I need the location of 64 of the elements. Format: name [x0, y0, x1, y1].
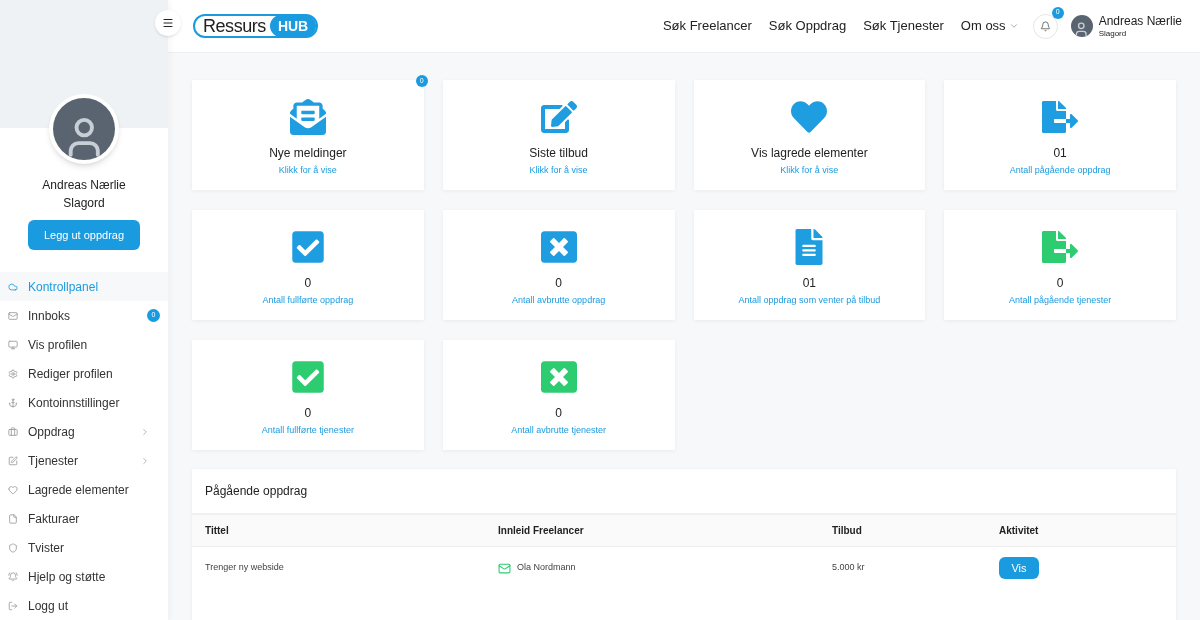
stat-card[interactable]: 01 Antall oppdrag som venter på tilbud: [693, 210, 926, 320]
column-header: Innleid Freelancer: [498, 524, 585, 538]
sidebar-item[interactable]: Tvister: [0, 533, 168, 562]
stat-card[interactable]: 0 Antall avbrutte tjenester: [442, 340, 675, 450]
sidebar-item[interactable]: Rediger profilen: [0, 359, 168, 388]
card-title: 01: [1053, 145, 1067, 162]
table-cell: Ola Nordmann: [517, 561, 576, 575]
cloud-icon: [8, 281, 18, 292]
profile-subtitle: Slagord: [63, 195, 105, 212]
logout-icon: [8, 600, 18, 611]
table-cell-text: Trenger ny webside: [205, 561, 285, 575]
sidebar-item[interactable]: Tjenester: [0, 446, 168, 475]
card-title: 0: [304, 405, 312, 422]
briefcase-icon: [8, 426, 18, 437]
sidebar-item[interactable]: Vis profilen: [0, 330, 168, 359]
shield-icon: [8, 542, 18, 553]
card-title: 0: [1056, 275, 1064, 292]
avatar: [53, 98, 115, 160]
nav-link[interactable]: Søk Tjenester: [863, 16, 944, 36]
logo[interactable]: Ressurs HUB: [193, 14, 319, 38]
sidebar-item[interactable]: Kontoinnstillinger: [0, 388, 168, 417]
stat-card[interactable]: Vis lagrede elementer Klikk for å vise: [693, 80, 926, 190]
panel-title: Pågående oppdrag: [205, 483, 308, 500]
column-header: Tittel: [205, 524, 230, 538]
card-title: Siste tilbud: [529, 145, 588, 162]
card-title: Nye meldinger: [269, 145, 347, 162]
sidebar-item[interactable]: Hjelp og støtte: [0, 562, 168, 591]
card-title: 01: [802, 275, 817, 292]
sidebar-item[interactable]: Logg ut: [0, 591, 168, 620]
card-title: 0: [555, 275, 562, 292]
table-cell-text: 5.000 kr: [832, 561, 866, 575]
nav-link[interactable]: Om oss: [960, 16, 1006, 36]
profile-name: Andreas Nærlie: [42, 177, 126, 194]
bell-icon: [1039, 20, 1051, 32]
chevron-down-icon[interactable]: [1008, 21, 1019, 31]
card-title: Vis lagrede elementer: [751, 145, 868, 162]
card-title: 0: [304, 275, 312, 292]
card-title: 0: [555, 405, 562, 422]
stat-card[interactable]: 0 Antall pågående tjenester: [944, 210, 1176, 320]
settings-icon: [8, 368, 18, 379]
user-avatar: [1070, 15, 1093, 37]
user-subtitle: Slagord: [1098, 28, 1128, 39]
column-header: Tilbud: [832, 524, 863, 538]
mail-icon: [8, 310, 18, 321]
sidebar-item[interactable]: Fakturaer: [0, 504, 168, 533]
anchor-icon: [8, 397, 18, 408]
stat-card[interactable]: 0 Antall fullførte oppdrag: [192, 210, 424, 320]
column-header: Aktivitet: [999, 524, 1040, 538]
mail-icon: [498, 561, 511, 575]
bell-icon: [8, 571, 18, 582]
monitor-icon: [8, 339, 18, 350]
sidebar-item[interactable]: Lagrede elementer: [0, 475, 168, 504]
nav-link[interactable]: Søk Oppdrag: [768, 16, 847, 36]
stat-card[interactable]: 0 Antall avbrutte oppdrag: [442, 210, 675, 320]
stat-card[interactable]: Siste tilbud Klikk for å vise: [442, 80, 675, 190]
edit-icon: [8, 455, 18, 466]
stat-card[interactable]: 01 Antall pågående oppdrag: [944, 80, 1176, 190]
nav-link[interactable]: Søk Freelancer: [662, 16, 752, 36]
user-name: Andreas Nærlie: [1098, 13, 1182, 29]
stat-card[interactable]: 0 Antall fullførte tjenester: [192, 340, 424, 450]
heart-icon: [8, 484, 18, 495]
sidebar-item[interactable]: Oppdrag: [0, 417, 168, 446]
menu-icon: [162, 17, 174, 29]
file-icon: [8, 513, 18, 524]
